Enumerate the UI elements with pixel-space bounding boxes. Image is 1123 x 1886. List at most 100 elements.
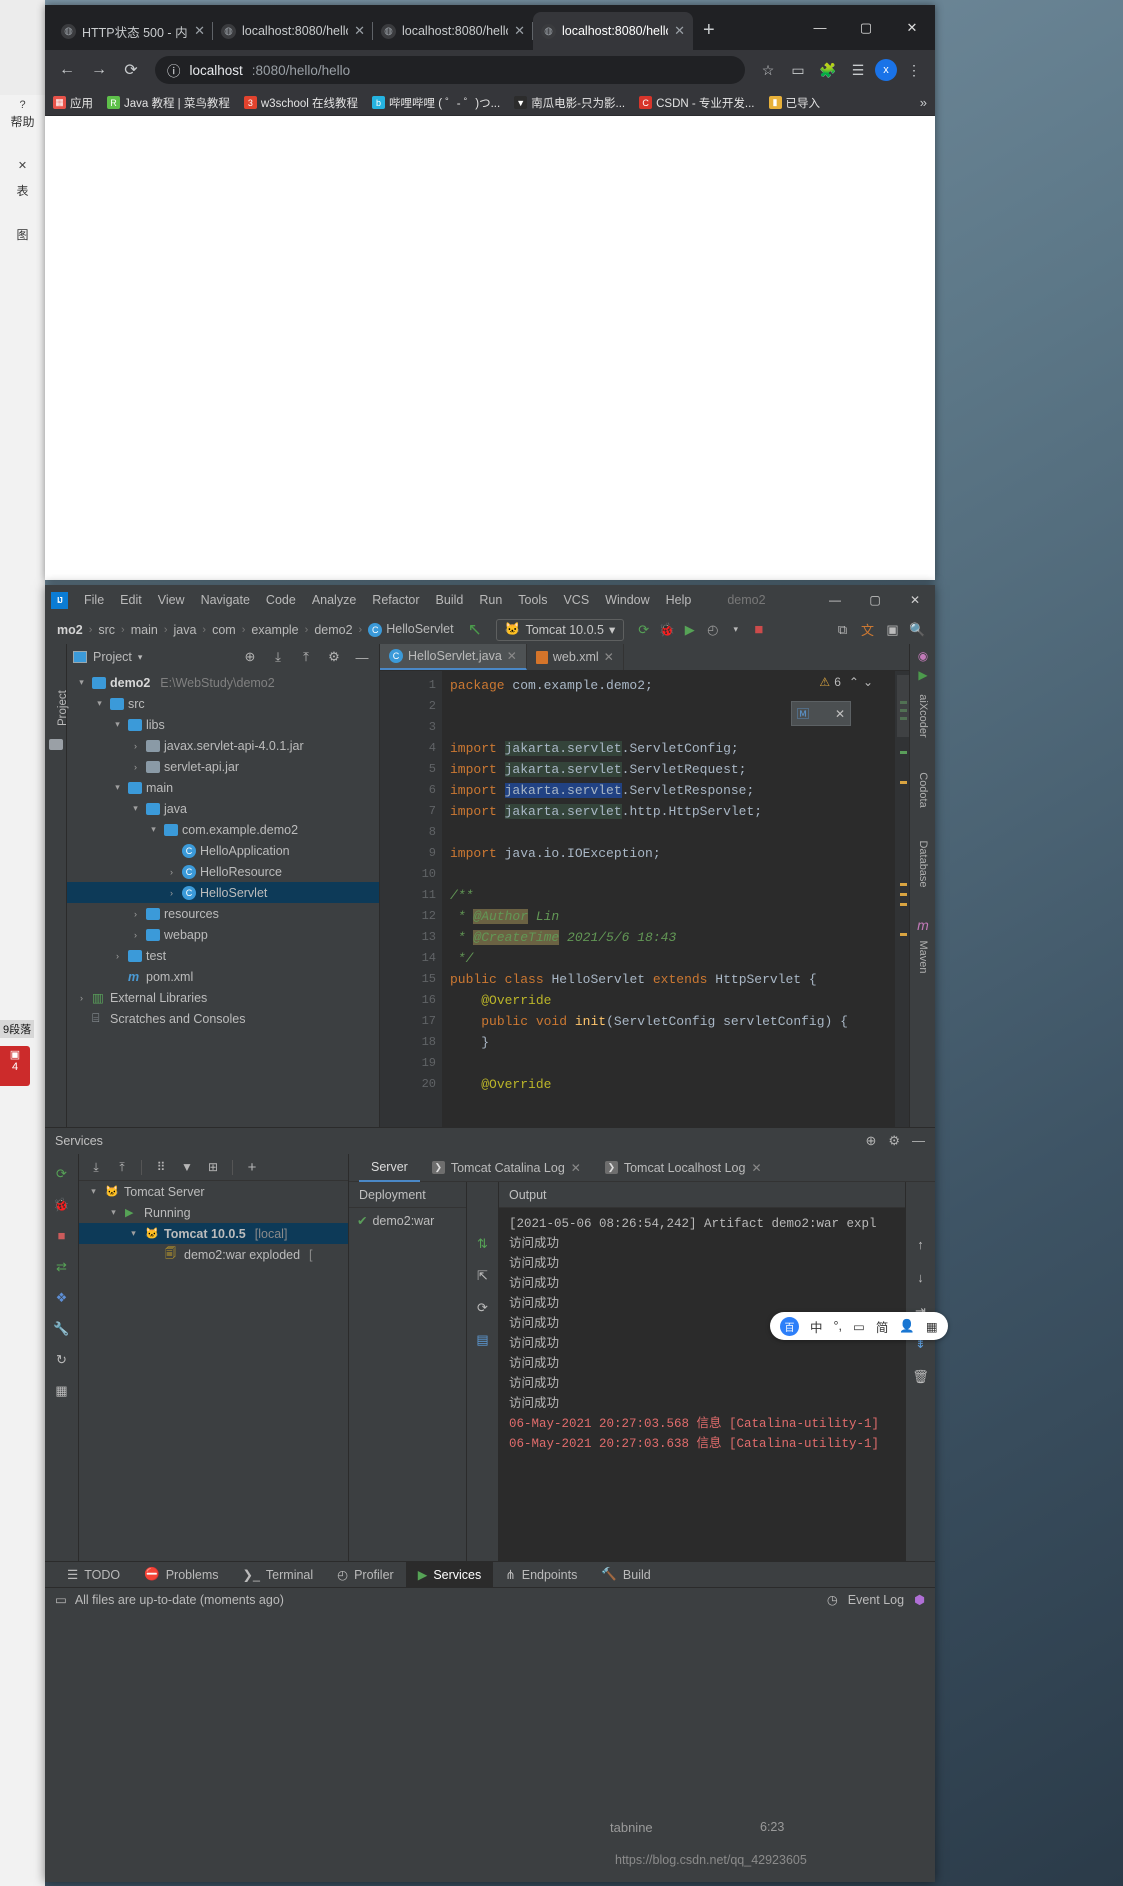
- menu-navigate[interactable]: Navigate: [193, 593, 258, 607]
- editor-tab-helloservlet[interactable]: C HelloServlet.java ✕: [380, 644, 527, 670]
- notification-badge[interactable]: ▣ 4: [0, 1046, 30, 1086]
- close-icon[interactable]: ✕: [0, 155, 45, 176]
- tree-expand-arrow[interactable]: ▾: [147, 824, 160, 835]
- rerun-icon[interactable]: ⟳: [45, 1158, 78, 1189]
- gutter-line-number[interactable]: 5: [380, 759, 442, 780]
- add-tab-icon[interactable]: ⊞: [202, 1160, 224, 1174]
- menu-run[interactable]: Run: [471, 593, 510, 607]
- tab-close-icon[interactable]: ✕: [507, 649, 517, 663]
- close-button[interactable]: ✕: [889, 20, 935, 36]
- hide-icon[interactable]: —: [912, 1133, 925, 1149]
- editor-gutter[interactable]: 1 2 3 4 5 6 7 8 9 10 11 12 13 14 15 16 17 18 19 20: [380, 671, 442, 1127]
- project-tree-row[interactable]: › C HelloResource: [67, 861, 379, 882]
- back-arrow-icon[interactable]: ↖: [468, 620, 482, 640]
- new-tab-button[interactable]: +: [703, 19, 715, 42]
- menu-build[interactable]: Build: [428, 593, 472, 607]
- forward-icon[interactable]: →: [85, 56, 113, 84]
- browser-tab[interactable]: ◍ localhost:8080/hello/hell ✕: [213, 12, 373, 50]
- kebab-menu-icon[interactable]: ⋮: [901, 57, 927, 83]
- tab-close-icon[interactable]: ✕: [604, 650, 614, 664]
- tree-expand-arrow[interactable]: ▾: [129, 803, 142, 814]
- stop-icon[interactable]: ■: [45, 1220, 78, 1251]
- menu-view[interactable]: View: [150, 593, 193, 607]
- gutter-line-number[interactable]: 17: [380, 1011, 442, 1032]
- bookmark-item[interactable]: R Java 教程 | 菜鸟教程: [107, 95, 230, 111]
- run-with-coverage-icon[interactable]: ▶: [678, 618, 701, 641]
- ime-keyboard-icon[interactable]: ▭: [853, 1319, 865, 1334]
- cast-icon[interactable]: ▭: [785, 57, 811, 83]
- hide-icon[interactable]: —: [351, 650, 373, 665]
- browser-icon[interactable]: ▤: [467, 1324, 498, 1356]
- gutter-line-number[interactable]: 3: [380, 717, 442, 738]
- tab-close-icon[interactable]: ✕: [751, 1161, 761, 1175]
- tree-expand-arrow[interactable]: ▾: [111, 719, 124, 730]
- deploy-icon[interactable]: ⇄: [45, 1251, 78, 1282]
- gutter-line-number[interactable]: 2: [380, 696, 442, 717]
- menu-code[interactable]: Code: [258, 593, 304, 607]
- tab-close-icon[interactable]: ✕: [514, 23, 525, 39]
- locate-icon[interactable]: ⊕: [865, 1133, 876, 1149]
- expand-all-icon[interactable]: ⤓: [85, 1160, 107, 1175]
- profiler-icon[interactable]: ◴: [701, 618, 724, 641]
- project-tree-row[interactable]: › C HelloServlet: [67, 882, 379, 903]
- wrench-icon[interactable]: 🔧: [45, 1313, 78, 1344]
- reading-list-icon[interactable]: ☰: [845, 57, 871, 83]
- project-tool-rail[interactable]: Project: [45, 644, 69, 1127]
- project-tree-row[interactable]: ▾ main: [67, 777, 379, 798]
- chevron-down-icon[interactable]: ⌄: [863, 675, 873, 689]
- database-label[interactable]: Database: [917, 837, 929, 891]
- back-icon[interactable]: ←: [53, 56, 81, 84]
- maximize-button[interactable]: ▢: [843, 20, 889, 36]
- menu-tools[interactable]: Tools: [510, 593, 555, 607]
- table-label[interactable]: 表: [0, 184, 45, 198]
- tree-expand-arrow[interactable]: ▾: [127, 1228, 140, 1239]
- breadcrumb-src[interactable]: src: [94, 623, 119, 637]
- gutter-line-number[interactable]: 9: [380, 843, 442, 864]
- project-tree-row[interactable]: › javax.servlet-api-4.0.1.jar: [67, 735, 379, 756]
- structure-rail-icon[interactable]: [49, 739, 63, 750]
- services-tab-server[interactable]: Server: [359, 1154, 420, 1182]
- menu-refactor[interactable]: Refactor: [364, 593, 427, 607]
- project-tree-row[interactable]: m pom.xml: [67, 966, 379, 987]
- gutter-line-number[interactable]: 16: [380, 990, 442, 1011]
- debug-icon[interactable]: 🐞: [45, 1189, 78, 1220]
- close-icon[interactable]: ✕: [835, 707, 845, 721]
- gutter-line-number[interactable]: 4: [380, 738, 442, 759]
- tab-close-icon[interactable]: ✕: [354, 23, 365, 39]
- settings-gear-icon[interactable]: ⚙: [323, 649, 345, 665]
- services-tab-catalina-log[interactable]: ❯ Tomcat Catalina Log ✕: [420, 1154, 593, 1182]
- menu-edit[interactable]: Edit: [112, 593, 150, 607]
- reload-icon[interactable]: ⟳: [117, 56, 145, 84]
- project-tree-row[interactable]: C HelloApplication: [67, 840, 379, 861]
- tree-expand-arrow[interactable]: ›: [165, 888, 178, 898]
- extension-icon[interactable]: 🧩: [815, 57, 841, 83]
- collapse-all-icon[interactable]: ⤒: [111, 1160, 133, 1175]
- inspection-popup[interactable]: 🄼 ✕: [791, 701, 851, 726]
- breadcrumb-example[interactable]: example: [247, 623, 302, 637]
- gutter-line-number[interactable]: 10: [380, 864, 442, 885]
- gutter-line-number[interactable]: 11: [380, 885, 442, 906]
- menu-vcs[interactable]: VCS: [555, 593, 597, 607]
- menu-analyze[interactable]: Analyze: [304, 593, 364, 607]
- tree-expand-arrow[interactable]: ▾: [87, 1186, 100, 1197]
- ime-user-icon[interactable]: 👤: [899, 1319, 915, 1334]
- gutter-line-number[interactable]: 20: [380, 1074, 442, 1095]
- restart-icon[interactable]: ↻: [45, 1344, 78, 1375]
- translate-icon[interactable]: 文: [856, 618, 879, 641]
- event-log-label[interactable]: Event Log: [848, 1593, 904, 1607]
- tab-close-icon[interactable]: ✕: [194, 23, 205, 39]
- project-tree-row[interactable]: › resources: [67, 903, 379, 924]
- tree-expand-arrow[interactable]: ›: [129, 930, 142, 940]
- ime-menu-icon[interactable]: ▦: [926, 1319, 938, 1334]
- menu-window[interactable]: Window: [597, 593, 657, 607]
- gutter-line-number[interactable]: 7: [380, 801, 442, 822]
- breadcrumb-class[interactable]: C HelloServlet: [364, 622, 457, 637]
- bookmark-item[interactable]: ▮ 已导入: [768, 95, 820, 111]
- locate-icon[interactable]: ⊕: [239, 649, 261, 665]
- settings-gear-icon[interactable]: ⚙: [888, 1133, 900, 1149]
- stop-icon[interactable]: ■: [747, 618, 770, 641]
- bookmark-item[interactable]: 3 w3school 在线教程: [243, 95, 358, 111]
- maven-label[interactable]: Maven: [917, 930, 929, 984]
- ime-punctuation-icon[interactable]: °,: [834, 1319, 842, 1333]
- minimize-button[interactable]: —: [797, 20, 843, 35]
